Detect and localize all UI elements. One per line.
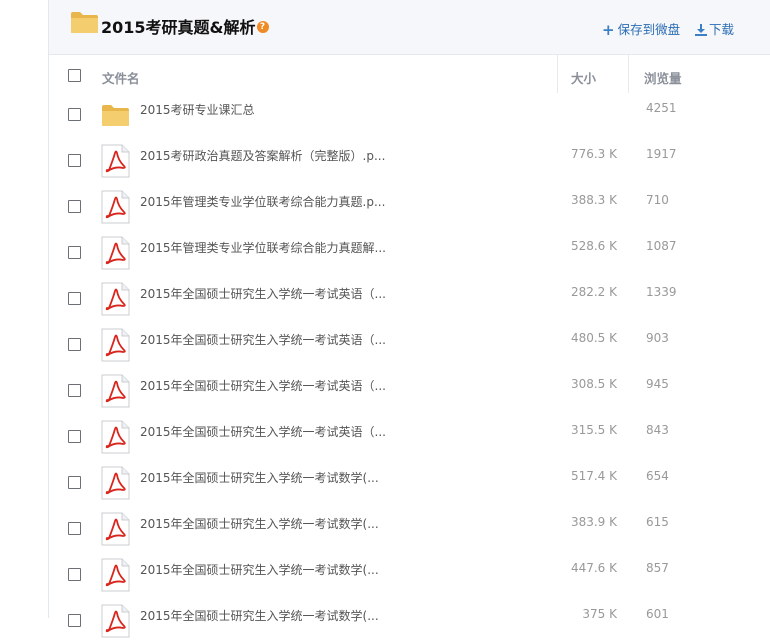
file-size: 447.6 K <box>570 561 617 575</box>
file-name-link[interactable]: 2015年全国硕士研究生入学统一考试英语（... <box>140 331 386 348</box>
pdf-icon[interactable] <box>101 328 130 366</box>
row-checkbox[interactable] <box>68 108 81 121</box>
pdf-icon[interactable] <box>101 190 130 228</box>
file-row[interactable]: 2015年全国硕士研究生入学统一考试数学(... 447.6 K 857 <box>49 546 770 592</box>
folder-icon[interactable] <box>101 103 130 131</box>
download-label: 下载 <box>709 22 735 37</box>
folder-icon <box>71 12 98 33</box>
file-name-link[interactable]: 2015年管理类专业学位联考综合能力真题解... <box>140 239 386 256</box>
view-count: 1087 <box>646 239 677 253</box>
file-size: 388.3 K <box>570 193 617 207</box>
folder-header: 2015考研真题&解析? + 保存到微盘 下载 <box>49 0 770 55</box>
file-size: 383.9 K <box>570 515 617 529</box>
row-checkbox[interactable] <box>68 614 81 627</box>
file-size: 315.5 K <box>570 423 617 437</box>
row-checkbox[interactable] <box>68 568 81 581</box>
pdf-icon[interactable] <box>101 282 130 320</box>
pdf-icon[interactable] <box>101 374 130 412</box>
file-list-panel: 2015考研真题&解析? + 保存到微盘 下载 文件名 大小 浏览量 2015考研… <box>49 0 770 638</box>
view-count: 843 <box>646 423 669 437</box>
view-count: 903 <box>646 331 669 345</box>
file-row[interactable]: 2015年全国硕士研究生入学统一考试数学(... 375 K 601 <box>49 592 770 638</box>
pdf-icon[interactable] <box>101 144 130 182</box>
row-checkbox[interactable] <box>68 430 81 443</box>
file-row[interactable]: 2015年全国硕士研究生入学统一考试数学(... 517.4 K 654 <box>49 454 770 500</box>
view-count: 4251 <box>646 101 677 115</box>
file-row[interactable]: 2015考研政治真题及答案解析（完整版）.p... 776.3 K 1917 <box>49 132 770 178</box>
file-row[interactable]: 2015年全国硕士研究生入学统一考试英语（... 282.2 K 1339 <box>49 270 770 316</box>
file-name-link[interactable]: 2015年管理类专业学位联考综合能力真题.p... <box>140 193 385 210</box>
file-row[interactable]: 2015年全国硕士研究生入学统一考试英语（... 315.5 K 843 <box>49 408 770 454</box>
page-title-text: 2015考研真题&解析 <box>101 18 256 37</box>
help-icon[interactable]: ? <box>256 20 269 33</box>
view-count: 1917 <box>646 147 677 161</box>
pdf-icon[interactable] <box>101 512 130 550</box>
row-checkbox[interactable] <box>68 476 81 489</box>
file-row[interactable]: 2015年全国硕士研究生入学统一考试英语（... 308.5 K 945 <box>49 362 770 408</box>
file-row[interactable]: 2015年全国硕士研究生入学统一考试英语（... 480.5 K 903 <box>49 316 770 362</box>
plus-icon: + <box>602 21 615 39</box>
pdf-icon[interactable] <box>101 558 130 596</box>
file-name-link[interactable]: 2015年全国硕士研究生入学统一考试英语（... <box>140 285 386 302</box>
view-count: 601 <box>646 607 669 621</box>
file-row[interactable]: 2015年管理类专业学位联考综合能力真题.p... 388.3 K 710 <box>49 178 770 224</box>
file-name-link[interactable]: 2015年全国硕士研究生入学统一考试数学(... <box>140 561 379 578</box>
row-checkbox[interactable] <box>68 200 81 213</box>
pdf-icon[interactable] <box>101 420 130 458</box>
download-button[interactable]: 下载 <box>695 19 734 38</box>
file-name-link[interactable]: 2015年全国硕士研究生入学统一考试英语（... <box>140 423 386 440</box>
pdf-icon[interactable] <box>101 604 130 642</box>
view-count: 615 <box>646 515 669 529</box>
file-name-link[interactable]: 2015年全国硕士研究生入学统一考试数学(... <box>140 515 379 532</box>
file-size: 282.2 K <box>570 285 617 299</box>
select-all-checkbox[interactable] <box>68 69 81 82</box>
left-gutter <box>0 0 49 618</box>
file-row[interactable]: 2015年全国硕士研究生入学统一考试数学(... 383.9 K 615 <box>49 500 770 546</box>
view-count: 945 <box>646 377 669 391</box>
file-size: 375 K <box>582 607 617 621</box>
file-name-link[interactable]: 2015年全国硕士研究生入学统一考试数学(... <box>140 607 379 624</box>
file-name-link[interactable]: 2015年全国硕士研究生入学统一考试数学(... <box>140 469 379 486</box>
file-size: 528.6 K <box>570 239 617 253</box>
file-row[interactable]: 2015年管理类专业学位联考综合能力真题解... 528.6 K 1087 <box>49 224 770 270</box>
row-checkbox[interactable] <box>68 246 81 259</box>
file-name-link[interactable]: 2015考研政治真题及答案解析（完整版）.p... <box>140 147 385 164</box>
file-size: 517.4 K <box>570 469 617 483</box>
row-checkbox[interactable] <box>68 292 81 305</box>
view-count: 654 <box>646 469 669 483</box>
row-checkbox[interactable] <box>68 522 81 535</box>
pdf-icon[interactable] <box>101 466 130 504</box>
download-icon <box>695 23 707 36</box>
column-header-size[interactable]: 大小 <box>571 68 596 87</box>
file-name-link[interactable]: 2015年全国硕士研究生入学统一考试英语（... <box>140 377 386 394</box>
column-header-views[interactable]: 浏览量 <box>644 68 682 87</box>
pdf-icon[interactable] <box>101 236 130 274</box>
row-checkbox[interactable] <box>68 384 81 397</box>
view-count: 1339 <box>646 285 677 299</box>
column-header-name[interactable]: 文件名 <box>102 68 140 87</box>
page-title: 2015考研真题&解析? <box>101 14 269 38</box>
save-to-weipan-label: 保存到微盘 <box>617 22 681 37</box>
view-count: 857 <box>646 561 669 575</box>
view-count: 710 <box>646 193 669 207</box>
file-name-link[interactable]: 2015考研专业课汇总 <box>140 101 255 118</box>
row-checkbox[interactable] <box>68 338 81 351</box>
file-size: 308.5 K <box>570 377 617 391</box>
file-size: 480.5 K <box>570 331 617 345</box>
file-size: 776.3 K <box>570 147 617 161</box>
save-to-weipan-button[interactable]: + 保存到微盘 <box>602 19 681 39</box>
row-checkbox[interactable] <box>68 154 81 167</box>
file-row[interactable]: 2015考研专业课汇总 4251 <box>49 86 770 132</box>
